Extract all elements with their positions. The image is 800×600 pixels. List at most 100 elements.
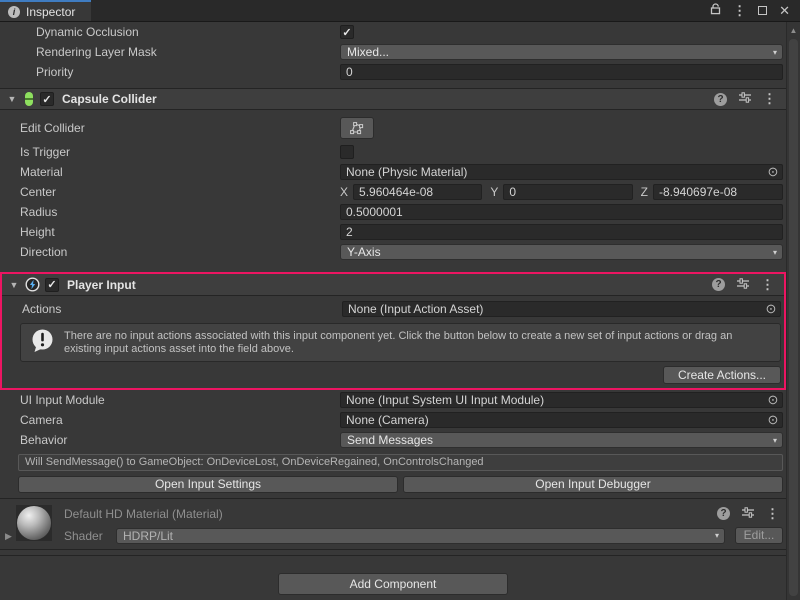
kebab-menu-icon[interactable]: ⋮	[761, 277, 774, 293]
maximize-icon[interactable]	[758, 6, 767, 15]
inspector-content: Dynamic Occlusion ✓ Rendering Layer Mask…	[0, 22, 786, 595]
material-title: Default HD Material (Material)	[64, 507, 223, 521]
chevron-down-icon: ▾	[773, 436, 777, 445]
input-buttons-row: Open Input Settings Open Input Debugger	[0, 473, 786, 498]
ui-input-module-label: UI Input Module	[20, 393, 340, 407]
kebab-menu-icon[interactable]: ⋮	[766, 506, 779, 522]
open-input-settings-button[interactable]: Open Input Settings	[18, 476, 398, 493]
row-is-trigger: Is Trigger	[0, 142, 786, 162]
center-label: Center	[20, 185, 340, 199]
center-y-input[interactable]: 0	[503, 184, 632, 200]
add-component-button[interactable]: Add Component	[278, 573, 508, 595]
unlock-icon[interactable]	[710, 3, 721, 18]
behavior-value: Send Messages	[347, 433, 769, 447]
presets-icon[interactable]	[736, 277, 750, 293]
ui-input-module-object-field[interactable]: None (Input System UI Input Module) ⊙	[340, 392, 783, 408]
row-actions: Actions None (Input Action Asset) ⊙	[2, 299, 784, 319]
camera-object-field[interactable]: None (Camera) ⊙	[340, 412, 783, 428]
dynamic-occlusion-checkbox[interactable]: ✓	[340, 25, 354, 39]
chevron-down-icon: ▾	[773, 48, 777, 57]
window-menu-icon[interactable]: ⋮	[733, 3, 746, 19]
center-y-label[interactable]: Y	[490, 185, 498, 199]
window-controls: ⋮ ✕	[710, 0, 790, 21]
direction-dropdown[interactable]: Y-Axis ▾	[340, 244, 783, 260]
close-icon[interactable]: ✕	[779, 4, 790, 17]
priority-input[interactable]: 0	[340, 64, 783, 80]
chevron-down-icon: ▾	[715, 531, 719, 540]
help-icon[interactable]: ?	[712, 278, 725, 291]
vertical-scrollbar[interactable]: ▲	[786, 22, 800, 600]
create-actions-button[interactable]: Create Actions...	[663, 366, 781, 384]
object-picker-icon[interactable]: ⊙	[766, 413, 780, 427]
foldout-open-icon[interactable]: ▼	[8, 280, 20, 290]
capsule-collider-enabled-checkbox[interactable]: ✓	[40, 92, 54, 106]
tab-title: Inspector	[26, 5, 75, 19]
info-icon: i	[8, 6, 20, 18]
behavior-dropdown[interactable]: Send Messages ▾	[340, 432, 783, 448]
help-icon[interactable]: ?	[717, 507, 730, 520]
capsule-collider-title: Capsule Collider	[62, 92, 157, 106]
object-picker-icon[interactable]: ⊙	[766, 393, 780, 407]
row-priority: Priority 0	[0, 62, 786, 82]
object-picker-icon[interactable]: ⊙	[764, 302, 778, 316]
scroll-up-icon[interactable]: ▲	[787, 26, 800, 35]
center-x-input[interactable]: 5.960464e-08	[353, 184, 482, 200]
is-trigger-label: Is Trigger	[20, 145, 340, 159]
edit-collider-button[interactable]	[340, 117, 374, 139]
shader-edit-button[interactable]: Edit...	[735, 527, 783, 544]
no-actions-message: There are no input actions associated wi…	[64, 330, 771, 356]
row-height: Height 2	[0, 222, 786, 242]
center-z-label[interactable]: Z	[641, 185, 648, 199]
shader-value: HDRP/Lit	[123, 529, 711, 543]
material-preview-section: ▶ Default HD Material (Material) ? ⋮ Sha…	[0, 498, 786, 549]
presets-icon[interactable]	[741, 506, 755, 522]
foldout-closed-icon[interactable]: ▶	[5, 531, 12, 542]
height-input[interactable]: 2	[340, 224, 783, 240]
material-value: None (Physic Material)	[346, 165, 766, 179]
row-rendering-layer-mask: Rendering Layer Mask Mixed... ▾	[0, 42, 786, 62]
edit-collider-icon	[348, 121, 366, 135]
row-direction: Direction Y-Axis ▾	[0, 242, 786, 262]
shader-label: Shader	[64, 529, 108, 543]
send-message-info: Will SendMessage() to GameObject: OnDevi…	[18, 454, 783, 471]
help-icon[interactable]: ?	[714, 93, 727, 106]
row-edit-collider: Edit Collider	[0, 114, 786, 142]
presets-icon[interactable]	[738, 91, 752, 107]
create-actions-row: Create Actions...	[2, 366, 784, 388]
row-behavior: Behavior Send Messages ▾	[0, 430, 786, 450]
rendering-layer-mask-value: Mixed...	[347, 45, 769, 59]
actions-label: Actions	[22, 302, 342, 316]
row-ui-input-module: UI Input Module None (Input System UI In…	[0, 390, 786, 410]
rendering-layer-mask-dropdown[interactable]: Mixed... ▾	[340, 44, 783, 60]
center-z-input[interactable]: -8.940697e-08	[653, 184, 783, 200]
scrollbar-thumb[interactable]	[789, 39, 798, 596]
actions-object-field[interactable]: None (Input Action Asset) ⊙	[342, 301, 781, 317]
direction-label: Direction	[20, 245, 340, 259]
shader-dropdown[interactable]: HDRP/Lit ▾	[116, 528, 725, 544]
foldout-open-icon[interactable]: ▼	[6, 94, 18, 104]
player-input-icon	[25, 277, 40, 292]
open-input-debugger-button[interactable]: Open Input Debugger	[403, 476, 783, 493]
height-label: Height	[20, 225, 340, 239]
radius-input[interactable]: 0.5000001	[340, 204, 783, 220]
material-object-field[interactable]: None (Physic Material) ⊙	[340, 164, 783, 180]
camera-value: None (Camera)	[346, 413, 766, 427]
sphere-preview	[17, 506, 51, 540]
kebab-menu-icon[interactable]: ⋮	[763, 91, 776, 107]
rendering-layer-mask-label: Rendering Layer Mask	[36, 45, 340, 59]
player-input-highlight-frame: ▼ ✓ Player Input ? ⋮ Actions None (Input…	[0, 272, 786, 390]
no-actions-helpbox: There are no input actions associated wi…	[20, 323, 781, 362]
is-trigger-checkbox[interactable]	[340, 145, 354, 159]
capsule-collider-header[interactable]: ▼ ✓ Capsule Collider ? ⋮	[0, 88, 786, 110]
ui-input-module-value: None (Input System UI Input Module)	[346, 393, 766, 407]
row-center: Center X 5.960464e-08 Y 0 Z -8.940697e-0…	[0, 182, 786, 202]
behavior-label: Behavior	[20, 433, 340, 447]
center-x-label[interactable]: X	[340, 185, 348, 199]
tab-inspector[interactable]: i Inspector	[0, 0, 91, 21]
player-input-header[interactable]: ▼ ✓ Player Input ? ⋮	[2, 274, 784, 296]
object-picker-icon[interactable]: ⊙	[766, 165, 780, 179]
radius-label: Radius	[20, 205, 340, 219]
player-input-enabled-checkbox[interactable]: ✓	[45, 278, 59, 292]
chevron-down-icon: ▾	[773, 248, 777, 257]
material-thumbnail[interactable]	[16, 505, 52, 541]
